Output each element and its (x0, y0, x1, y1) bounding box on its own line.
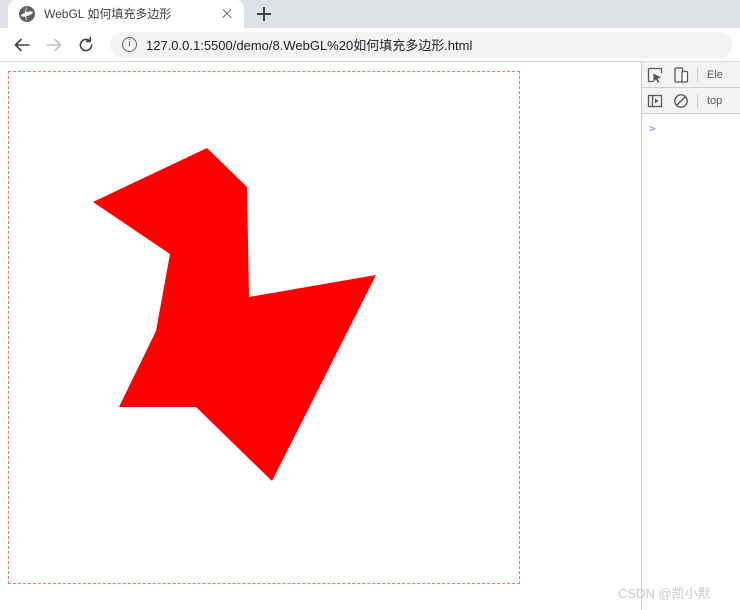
close-icon[interactable] (218, 5, 236, 23)
filled-polygon (93, 148, 376, 481)
browser-window: WebGL 如何填充多边形 127.0.0.1:5500/demo/8.WebG… (0, 0, 740, 610)
devtools-main-toolbar: Ele (642, 62, 740, 88)
tab-elements[interactable]: Ele (701, 69, 723, 81)
address-bar[interactable]: 127.0.0.1:5500/demo/8.WebGL%20如何填充多边形.ht… (110, 31, 732, 58)
webgl-canvas[interactable] (8, 71, 520, 584)
back-button[interactable] (8, 31, 36, 59)
devtools-console-toolbar: top (642, 88, 740, 114)
tab-strip: WebGL 如何填充多边形 (0, 0, 740, 28)
browser-tab-active[interactable]: WebGL 如何填充多边形 (8, 0, 244, 28)
console-output-area[interactable]: > (642, 114, 740, 610)
sidebar-panel-glyph (647, 94, 663, 107)
inspect-element-icon[interactable] (642, 62, 668, 88)
cursor-box-glyph (647, 67, 663, 83)
browser-toolbar: 127.0.0.1:5500/demo/8.WebGL%20如何填充多边形.ht… (0, 28, 740, 62)
csdn-watermark: CSDN @凯小默 (618, 586, 711, 601)
forward-arrow-icon (46, 38, 62, 51)
console-prompt: > (649, 122, 656, 135)
page-viewport (0, 62, 641, 610)
device-toolbar-icon[interactable] (668, 62, 694, 88)
back-arrow-icon (14, 38, 30, 51)
console-context-selector[interactable]: top (701, 95, 722, 107)
reload-icon (79, 36, 93, 51)
devtools-panel: Ele top > (641, 62, 740, 610)
no-entry-glyph (674, 93, 688, 108)
info-circle-icon[interactable] (122, 37, 137, 52)
tab-title: WebGL 如何填充多边形 (44, 7, 172, 21)
toolbar-divider (697, 67, 698, 82)
drawer-toggle-icon[interactable] (642, 88, 668, 114)
console-toolbar-divider (697, 93, 698, 108)
new-tab-button[interactable] (250, 0, 278, 28)
globe-icon (19, 6, 35, 22)
polygon-svg (93, 148, 376, 481)
url-text: 127.0.0.1:5500/demo/8.WebGL%20如何填充多边形.ht… (146, 38, 473, 53)
forward-button[interactable] (40, 31, 68, 59)
clear-console-icon[interactable] (668, 88, 694, 114)
reload-button[interactable] (72, 31, 100, 59)
phone-tablet-glyph (674, 66, 689, 83)
